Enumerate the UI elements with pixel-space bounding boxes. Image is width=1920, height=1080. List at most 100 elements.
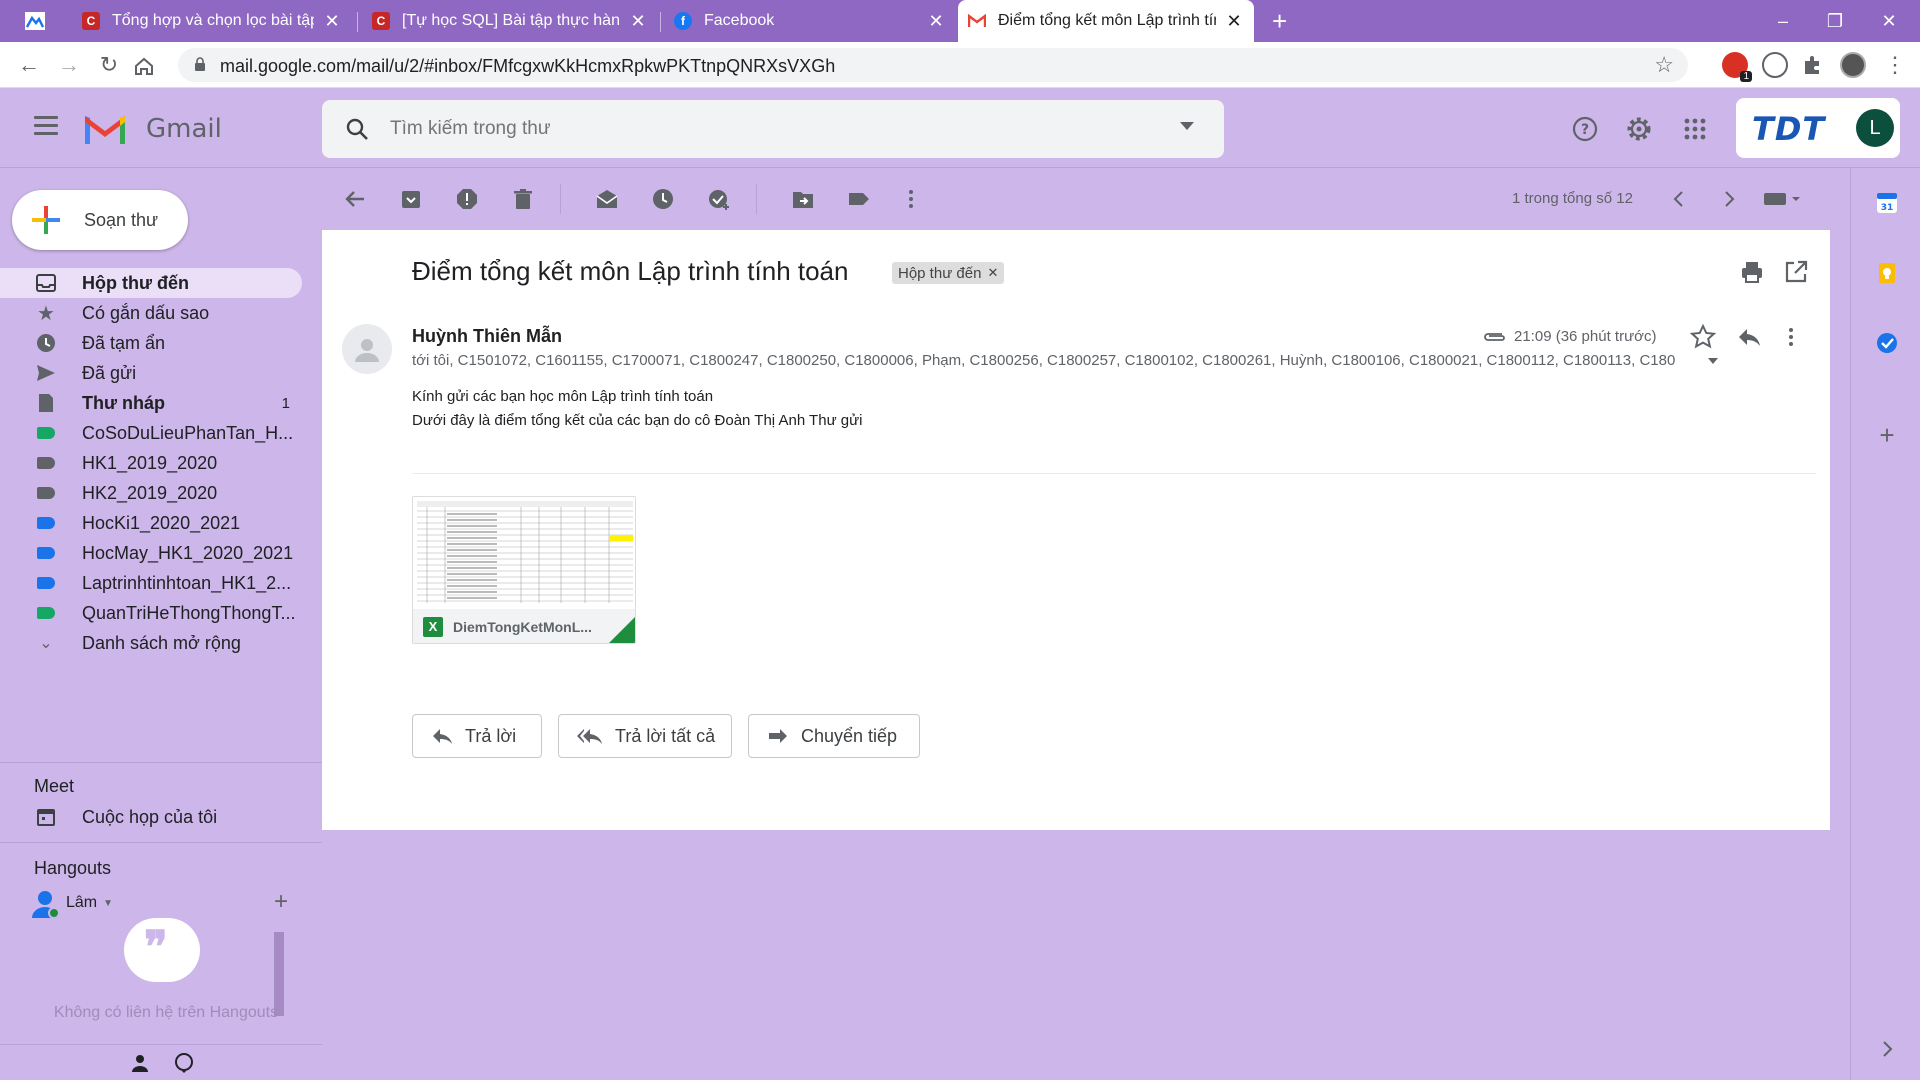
remove-label-close-icon[interactable]: ✕ — [987, 265, 998, 281]
search-input[interactable] — [390, 114, 1090, 144]
sidebar-item-sent[interactable]: Đã gửi — [0, 358, 302, 388]
main-menu-icon[interactable] — [34, 116, 58, 136]
tab-facebook[interactable]: f Facebook ✕ — [664, 0, 956, 42]
reload-icon[interactable]: ↻ — [94, 50, 124, 80]
sidebar-item-drafts[interactable]: Thư nháp 1 — [0, 388, 302, 418]
chevron-down-icon[interactable]: ▼ — [103, 898, 113, 909]
sidebar-item-snoozed[interactable]: Đã tạm ẩn — [0, 328, 302, 358]
meet-my-meetings[interactable]: Cuộc họp của tôi — [0, 802, 302, 832]
url-text: mail.google.com/mail/u/2/#inbox/FMfcgxwK… — [220, 56, 836, 76]
add-to-tasks-icon[interactable] — [708, 188, 730, 210]
new-tab-button[interactable]: + — [1272, 6, 1287, 36]
minimize-button[interactable]: – — [1760, 6, 1806, 36]
lock-icon[interactable] — [194, 57, 206, 71]
sidebar-item-label: Thư nháp — [82, 392, 166, 413]
compose-label: Soạn thư — [84, 209, 159, 230]
help-icon[interactable]: ? — [1570, 114, 1600, 144]
extension-adblock-icon[interactable]: 1 — [1722, 52, 1752, 82]
app-menu-icon[interactable] — [24, 10, 46, 32]
search-icon[interactable] — [346, 118, 368, 140]
close-tab-icon[interactable]: ✕ — [926, 11, 946, 32]
snooze-clock-icon[interactable] — [652, 188, 674, 210]
home-icon[interactable] — [134, 56, 154, 76]
close-tab-icon[interactable]: ✕ — [322, 11, 342, 32]
organization-logo[interactable]: TDT L — [1736, 98, 1900, 158]
account-avatar[interactable]: L — [1856, 109, 1894, 147]
message-toolbar: 1 trong tổng số 12 — [322, 168, 1850, 230]
sidebar-label-laptrinhtinhtoan[interactable]: Laptrinhtinhtoan_HK1_2... — [0, 568, 302, 598]
label-tag-icon[interactable] — [848, 188, 870, 210]
restore-button[interactable]: ❐ — [1812, 6, 1858, 36]
move-to-icon[interactable] — [792, 188, 814, 210]
expand-panel-chevron-icon[interactable] — [1876, 1038, 1898, 1060]
inbox-label-chip[interactable]: Hộp thư đến ✕ — [892, 262, 1005, 284]
browser-menu-icon[interactable]: ⋮ — [1880, 50, 1910, 80]
sidebar-item-label: Hộp thư đến — [82, 272, 190, 293]
add-on-plus-icon[interactable]: + — [1876, 422, 1898, 448]
close-tab-icon[interactable]: ✕ — [1224, 11, 1244, 32]
input-tools-keyboard-icon[interactable] — [1762, 188, 1806, 210]
sidebar-label-hk1-2019[interactable]: HK1_2019_2020 — [0, 448, 302, 478]
attachment-card[interactable]: X DiemTongKetMonL... — [412, 496, 636, 644]
mark-unread-icon[interactable] — [596, 188, 618, 210]
google-tasks-icon[interactable] — [1876, 332, 1898, 354]
report-spam-icon[interactable] — [456, 188, 478, 210]
tab-sql-exercises[interactable]: C Tổng hợp và chọn lọc bài tập SQL ✕ — [72, 0, 352, 42]
google-keep-icon[interactable] — [1876, 262, 1898, 284]
reply-all-button[interactable]: Trả lời tất cả — [558, 714, 732, 758]
label-icon — [36, 453, 56, 473]
sidebar-label-hocki1[interactable]: HocKi1_2020_2021 — [0, 508, 302, 538]
tab-gmail-active[interactable]: Điểm tổng kết môn Lập trình tính toán ✕ — [958, 0, 1254, 42]
show-details-chevron-icon[interactable] — [1708, 358, 1718, 364]
extension-badge: 1 — [1740, 71, 1752, 82]
sidebar-label-cosodulieu[interactable]: CoSoDuLieuPhanTan_H... — [0, 418, 302, 448]
back-to-inbox-icon[interactable] — [344, 188, 366, 210]
hangouts-user-status[interactable]: Lâm ▼ — [30, 888, 113, 918]
google-calendar-icon[interactable]: 31 — [1876, 192, 1898, 214]
newer-chevron-left-icon[interactable] — [1668, 188, 1690, 210]
search-bar[interactable] — [322, 100, 1224, 158]
archive-icon[interactable] — [400, 188, 422, 210]
sender-name[interactable]: Huỳnh Thiên Mẫn — [412, 326, 562, 347]
new-conversation-plus-icon[interactable]: + — [274, 888, 288, 916]
sidebar-item-inbox[interactable]: Hộp thư đến — [0, 268, 302, 298]
address-bar[interactable]: mail.google.com/mail/u/2/#inbox/FMfcgxwK… — [178, 48, 1688, 82]
older-chevron-right-icon[interactable] — [1718, 188, 1740, 210]
hangouts-quote-icon[interactable] — [174, 1053, 194, 1073]
sidebar-label-hk2-2019[interactable]: HK2_2019_2020 — [0, 478, 302, 508]
extensions-puzzle-icon[interactable] — [1800, 52, 1826, 78]
more-options-icon[interactable] — [900, 188, 922, 210]
forward-arrow-icon — [769, 729, 787, 743]
label-icon — [36, 483, 56, 503]
contacts-person-icon[interactable] — [130, 1053, 150, 1073]
profile-avatar[interactable] — [1840, 52, 1866, 78]
search-options-chevron-icon[interactable] — [1180, 122, 1194, 130]
meet-section-title: Meet — [34, 776, 75, 796]
sender-avatar[interactable] — [342, 324, 392, 374]
sidebar-item-starred[interactable]: ★ Có gắn dấu sao — [0, 298, 302, 328]
sidebar-item-more[interactable]: ⌄ Danh sách mở rộng — [0, 628, 302, 658]
star-message-icon[interactable] — [1690, 324, 1716, 350]
close-tab-icon[interactable]: ✕ — [628, 11, 648, 32]
back-arrow-icon[interactable]: ← — [14, 50, 44, 80]
label-icon — [36, 513, 56, 533]
delete-trash-icon[interactable] — [512, 188, 534, 210]
compose-button[interactable]: Soạn thư — [12, 190, 188, 250]
bookmark-star-icon[interactable]: ☆ — [1654, 52, 1674, 78]
close-window-button[interactable]: ✕ — [1866, 6, 1912, 36]
forward-arrow-icon[interactable]: → — [54, 50, 84, 80]
tab-sql-practice[interactable]: C [Tự học SQL] Bài tập thực hành cơ bản … — [362, 0, 658, 42]
print-icon[interactable] — [1740, 260, 1764, 284]
message-more-options-icon[interactable] — [1778, 324, 1804, 350]
forward-button[interactable]: Chuyển tiếp — [748, 714, 920, 758]
sidebar-label-quantri[interactable]: QuanTriHeThongThongT... — [0, 598, 302, 628]
reply-button[interactable]: Trả lời — [412, 714, 542, 758]
sidebar-label-hocmay[interactable]: HocMay_HK1_2020_2021 — [0, 538, 302, 568]
apps-grid-icon[interactable] — [1680, 114, 1710, 144]
settings-gear-icon[interactable] — [1624, 114, 1654, 144]
label-icon — [36, 423, 56, 443]
open-new-window-icon[interactable] — [1784, 260, 1808, 284]
reply-arrow-icon[interactable] — [1736, 324, 1762, 350]
gmail-logo-icon[interactable] — [82, 110, 128, 146]
download-extension-icon[interactable] — [1762, 52, 1788, 78]
